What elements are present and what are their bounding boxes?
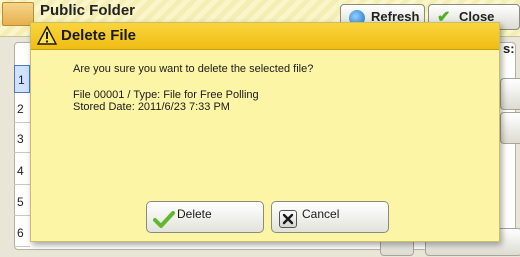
list-item[interactable]: 2 — [14, 95, 30, 123]
list-item[interactable]: 4 — [14, 157, 30, 185]
window-title: Public Folder — [40, 2, 136, 19]
dialog-title: Delete File — [61, 27, 137, 44]
file-type-line: File 00001 / Type: File for Free Polling — [73, 89, 259, 101]
confirmation-message: Are you sure you want to delete the sele… — [73, 63, 314, 75]
dialog-header: Delete File — [31, 23, 499, 50]
stored-date-line: Stored Date: 2011/6/23 7:33 PM — [73, 101, 230, 113]
close-icon — [279, 210, 297, 228]
list-item[interactable]: 3 — [14, 125, 30, 153]
cancel-button[interactable]: Cancel — [271, 201, 389, 233]
warning-icon — [37, 26, 57, 45]
file-info: File 00001 / Type: File for Free Polling… — [73, 89, 259, 113]
list-item[interactable]: 1 — [14, 65, 30, 93]
list-item[interactable]: 6 — [14, 219, 30, 247]
checkmark-icon: ✔ — [437, 9, 451, 26]
list-item[interactable]: 5 — [14, 188, 30, 216]
side-button[interactable] — [500, 78, 520, 110]
delete-label: Delete — [177, 207, 212, 221]
delete-file-dialog: Delete File Are you sure you want to del… — [30, 22, 500, 242]
column-header-fragment: s: — [503, 41, 515, 56]
cancel-label: Cancel — [302, 207, 340, 221]
checkmark-icon — [153, 211, 175, 228]
delete-button[interactable]: Delete — [146, 201, 264, 233]
screen: Public Folder Refresh ✔ Close s: 1 2 3 4… — [0, 0, 520, 257]
side-button[interactable] — [500, 112, 520, 144]
